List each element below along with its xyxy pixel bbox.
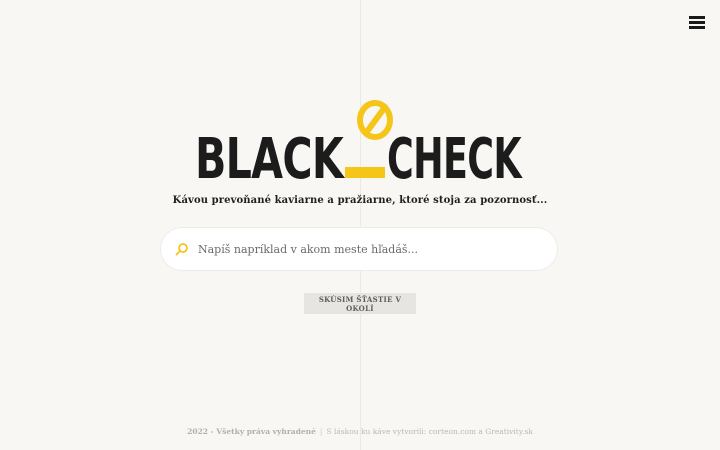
hamburger-icon <box>689 16 705 19</box>
footer-separator: | <box>319 427 323 436</box>
logo-mark: BLACK CHECK <box>195 100 524 182</box>
page: BLACK CHECK Kávou prevoňané kaviarne a p… <box>0 0 720 450</box>
footer: 2022 - Všetky práva vyhradené | S láskou k… <box>0 427 720 436</box>
tagline: Kávou prevoňané kaviarne a pražiarne, kt… <box>172 195 548 206</box>
try-luck-nearby-button[interactable]: SKÚSIM ŠŤASTIE V OKOLÍ <box>304 293 416 314</box>
search-input[interactable] <box>196 241 540 257</box>
center-divider <box>360 0 361 450</box>
hamburger-menu-button[interactable] <box>689 16 705 30</box>
search-icon <box>175 243 188 256</box>
coffee-bean-icon <box>357 100 393 140</box>
logo-underscore <box>345 167 385 178</box>
logo[interactable]: BLACK CHECK <box>0 98 720 182</box>
logo-text-check: CHECK <box>387 127 523 182</box>
footer-copyright: 2022 - Všetky práva vyhradené <box>187 427 316 436</box>
search-box[interactable] <box>160 227 558 271</box>
footer-credits-link[interactable]: S láskou ku káve vytvorili: corteon.com … <box>326 427 532 436</box>
logo-text-black: BLACK <box>195 127 346 182</box>
